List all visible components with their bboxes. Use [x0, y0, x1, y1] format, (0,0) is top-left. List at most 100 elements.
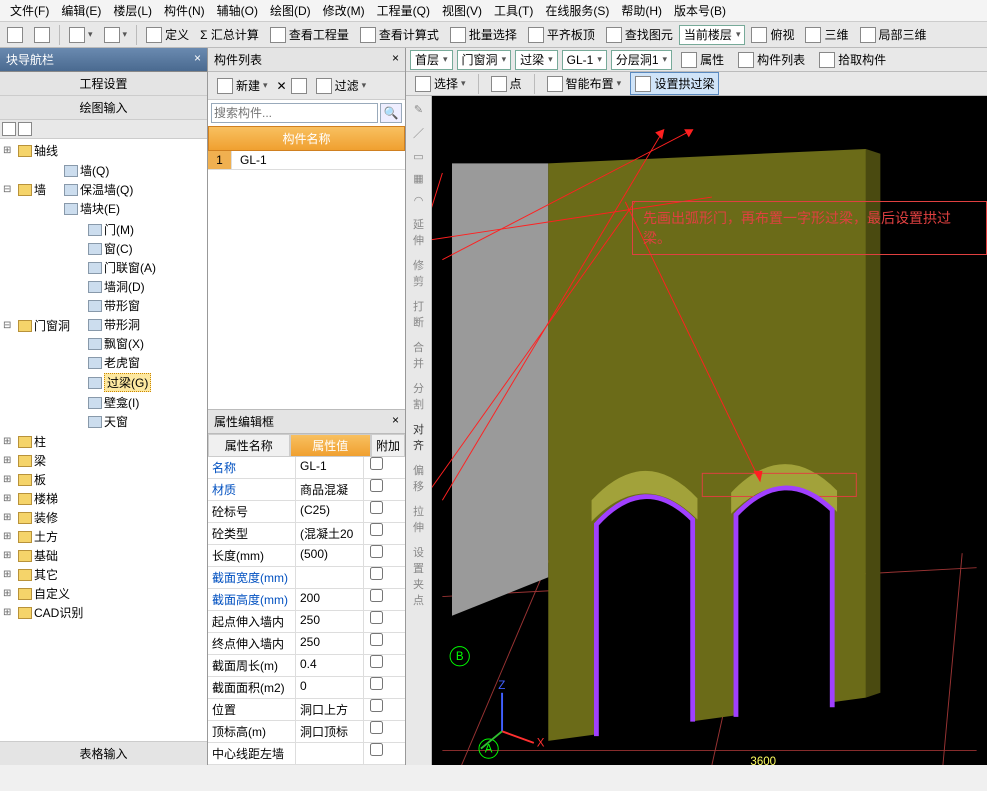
prop-checkbox[interactable]: [370, 633, 383, 646]
prop-row[interactable]: 砼标号(C25): [208, 501, 405, 523]
prop-extra[interactable]: [364, 567, 388, 588]
tree-band-window[interactable]: 带形窗: [88, 296, 156, 315]
prop-checkbox[interactable]: [370, 611, 383, 624]
prop-extra[interactable]: [364, 457, 388, 478]
find-button[interactable]: 查找图元: [601, 23, 678, 46]
tree-custom[interactable]: 自定义: [18, 584, 205, 603]
prop-row[interactable]: 截面面积(m2)0: [208, 677, 405, 699]
save-button[interactable]: [29, 24, 55, 46]
vtool-grid[interactable]: ▦: [409, 169, 429, 188]
tree-wall-q[interactable]: 墙(Q): [64, 161, 133, 180]
tree-wall-block[interactable]: 墙块(E): [64, 199, 133, 218]
tree-niche[interactable]: 壁龛(I): [88, 393, 156, 412]
prop-checkbox[interactable]: [370, 479, 383, 492]
prop-value[interactable]: 洞口顶标: [296, 721, 364, 742]
complist-button[interactable]: 构件列表: [733, 48, 810, 71]
prop-row[interactable]: 顶标高(m)洞口顶标: [208, 721, 405, 743]
menu-edit[interactable]: 编辑(E): [55, 0, 107, 21]
prop-row[interactable]: 中心线距左墙: [208, 743, 405, 765]
tree-bay-window[interactable]: 飘窗(X): [88, 334, 156, 353]
prop-value[interactable]: [296, 567, 364, 588]
layer-sel[interactable]: 分层洞1: [611, 50, 672, 70]
prop-row[interactable]: 砼类型(混凝土20: [208, 523, 405, 545]
prop-row[interactable]: 终点伸入墙内250: [208, 633, 405, 655]
expr-button[interactable]: 查看计算式: [355, 23, 444, 46]
vtool-line[interactable]: ／: [409, 122, 429, 144]
vtool-trim[interactable]: 修剪: [409, 254, 429, 292]
menu-tools[interactable]: 工具(T): [488, 0, 539, 21]
menu-file[interactable]: 文件(F): [4, 0, 55, 21]
prop-value[interactable]: GL-1: [296, 457, 364, 478]
section-draw-input[interactable]: 绘图输入: [0, 96, 207, 120]
tree-beam[interactable]: 梁: [18, 451, 205, 470]
tree-column[interactable]: 柱: [18, 432, 205, 451]
prop-value[interactable]: (混凝土20: [296, 523, 364, 544]
prop-checkbox[interactable]: [370, 589, 383, 602]
vtool-offset[interactable]: 偏移: [409, 459, 429, 497]
prop-value[interactable]: (C25): [296, 501, 364, 522]
tree-insulation[interactable]: 保温墙(Q): [64, 180, 133, 199]
tree-wall-opening[interactable]: 墙洞(D): [88, 277, 156, 296]
prop-checkbox[interactable]: [370, 677, 383, 690]
topview-button[interactable]: 俯视: [746, 23, 799, 46]
prop-extra[interactable]: [364, 699, 388, 720]
menu-quantity[interactable]: 工程量(Q): [371, 0, 436, 21]
prop-extra[interactable]: [364, 545, 388, 566]
nav-tree[interactable]: 轴线 墙 墙(Q) 保温墙(Q) 墙块(E) 门窗洞 门(M) 窗(C) 门联窗…: [0, 139, 207, 741]
section-project[interactable]: 工程设置: [0, 72, 207, 96]
prop-checkbox[interactable]: [370, 457, 383, 470]
vtool-merge[interactable]: 合并: [409, 336, 429, 374]
prop-row[interactable]: 名称GL-1: [208, 457, 405, 479]
comp-sel[interactable]: GL-1: [562, 50, 607, 70]
search-input[interactable]: [211, 103, 378, 123]
tree-collapse-icon[interactable]: [18, 122, 32, 136]
vtool-align[interactable]: 对齐: [409, 418, 429, 456]
prop-extra[interactable]: [364, 633, 388, 654]
look-qty-button[interactable]: 查看工程量: [265, 23, 354, 46]
prop-checkbox[interactable]: [370, 655, 383, 668]
3d-button[interactable]: 三维: [800, 23, 853, 46]
vtool-arc[interactable]: ◠: [409, 191, 429, 210]
prop-extra[interactable]: [364, 743, 388, 764]
vtool-stretch[interactable]: 拉伸: [409, 500, 429, 538]
pick-button[interactable]: 拾取构件: [814, 48, 891, 71]
category-sel[interactable]: 门窗洞: [457, 50, 512, 70]
tree-foundation[interactable]: 基础: [18, 546, 205, 565]
tree-axis[interactable]: 轴线: [18, 141, 205, 160]
menu-floor[interactable]: 楼层(L): [107, 0, 158, 21]
prop-row[interactable]: 截面宽度(mm): [208, 567, 405, 589]
type-sel[interactable]: 过梁: [515, 50, 558, 70]
menu-version[interactable]: 版本号(B): [668, 0, 732, 21]
prop-row[interactable]: 截面周长(m)0.4: [208, 655, 405, 677]
tree-band-opening[interactable]: 带形洞: [88, 315, 156, 334]
prop-checkbox[interactable]: [370, 523, 383, 536]
prop-value[interactable]: (500): [296, 545, 364, 566]
arch-lintel-button[interactable]: 设置拱过梁: [630, 72, 719, 96]
grid-row-1[interactable]: 1 GL-1: [208, 151, 405, 170]
point-button[interactable]: 点: [486, 72, 527, 95]
menu-view[interactable]: 视图(V): [436, 0, 488, 21]
tree-expand-icon[interactable]: [2, 122, 16, 136]
prop-checkbox[interactable]: [370, 699, 383, 712]
tree-deco[interactable]: 装修: [18, 508, 205, 527]
prop-extra[interactable]: [364, 611, 388, 632]
prop-row[interactable]: 材质商品混凝: [208, 479, 405, 501]
prop-extra[interactable]: [364, 721, 388, 742]
vtool-break[interactable]: 打断: [409, 295, 429, 333]
menu-aux-axis[interactable]: 辅轴(O): [211, 0, 264, 21]
prop-row[interactable]: 位置洞口上方: [208, 699, 405, 721]
prop-checkbox[interactable]: [370, 721, 383, 734]
prop-checkbox[interactable]: [370, 501, 383, 514]
prop-extra[interactable]: [364, 677, 388, 698]
filter-button[interactable]: 过滤: [311, 74, 372, 97]
tree-door[interactable]: 门(M): [88, 220, 156, 239]
prop-value[interactable]: 250: [296, 611, 364, 632]
prop-value[interactable]: 商品混凝: [296, 479, 364, 500]
prop-value[interactable]: [296, 743, 364, 764]
floor-sel[interactable]: 首层: [410, 50, 453, 70]
tree-wall[interactable]: 墙 墙(Q) 保温墙(Q) 墙块(E): [18, 160, 205, 219]
nav-close-icon[interactable]: ×: [194, 51, 201, 65]
redo-button[interactable]: [99, 24, 133, 46]
prop-checkbox[interactable]: [370, 743, 383, 756]
tree-lintel[interactable]: 过梁(G): [88, 372, 156, 393]
